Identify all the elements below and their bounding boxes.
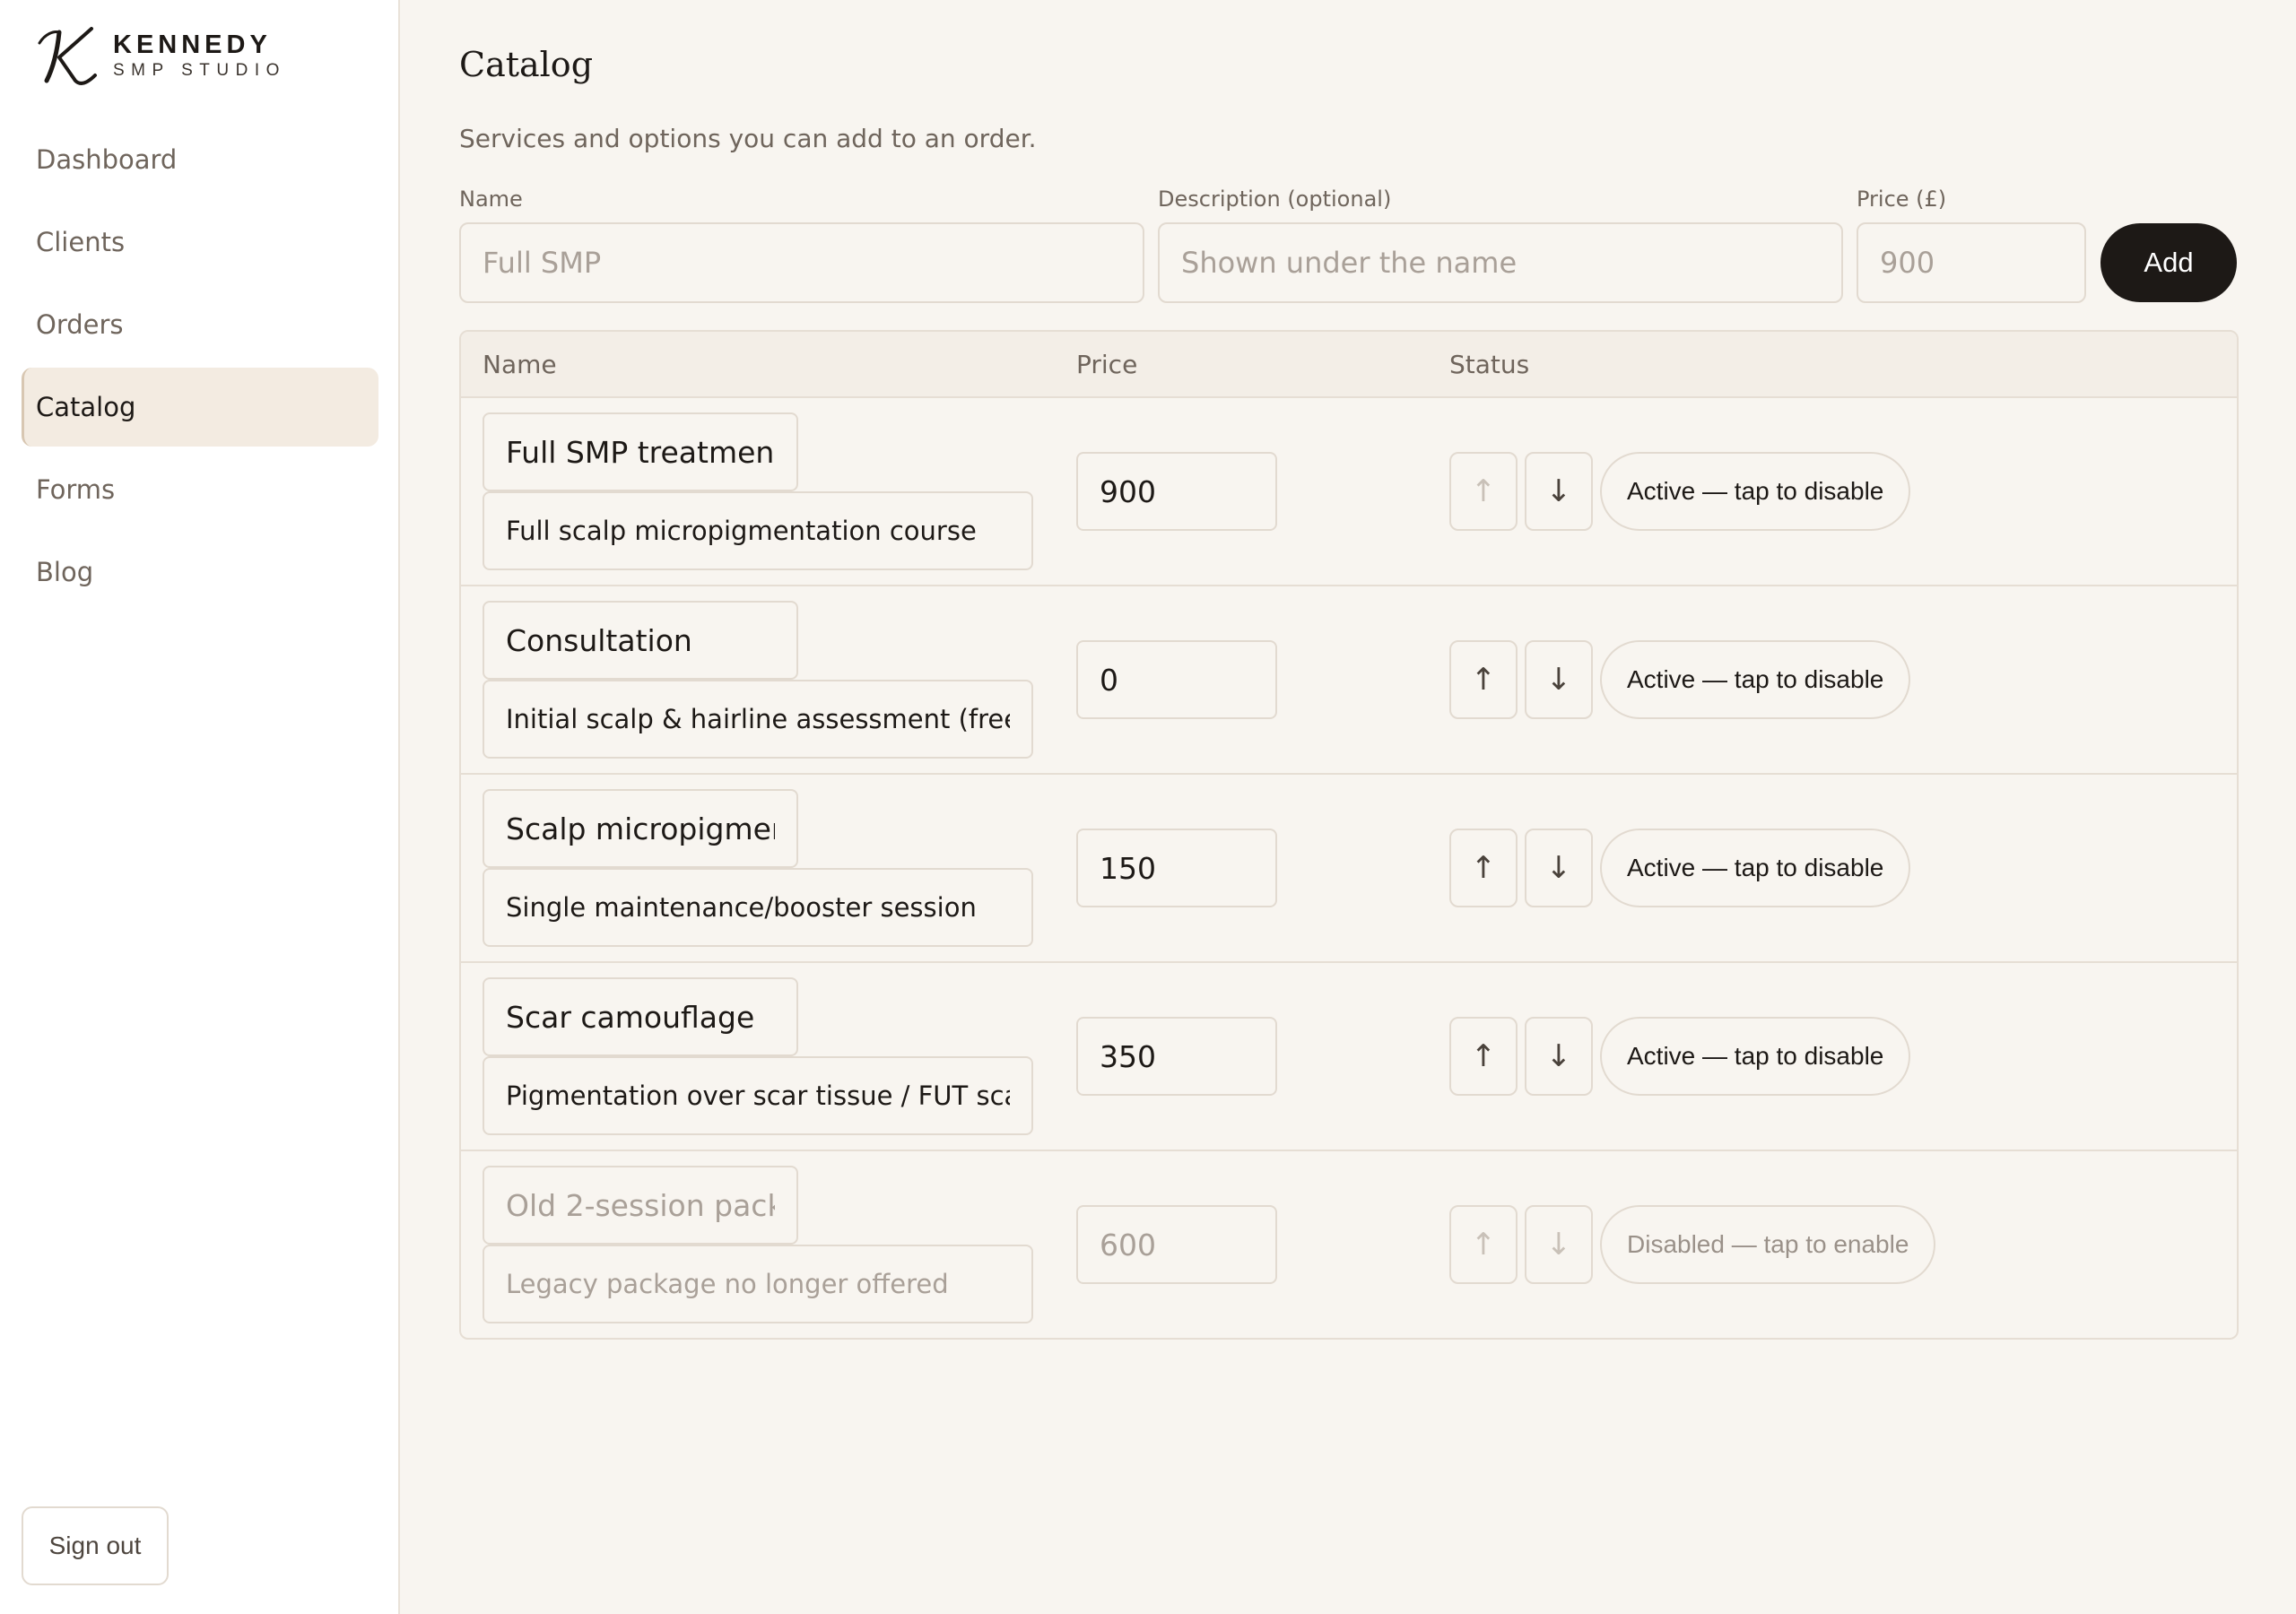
- item-description-input[interactable]: [483, 680, 1033, 759]
- catalog-table: Name Price Status ↑ ↓ Active — tap to di…: [459, 330, 2239, 1340]
- brand-logo: KENNEDY SMP STUDIO: [36, 25, 286, 86]
- sign-out-button[interactable]: Sign out: [22, 1506, 169, 1585]
- arrow-up-icon[interactable]: ↑: [1449, 829, 1518, 907]
- arrow-up-icon[interactable]: ↑: [1449, 452, 1518, 531]
- brand-text: KENNEDY SMP STUDIO: [113, 30, 286, 80]
- item-name-input[interactable]: [483, 977, 798, 1056]
- item-name-input[interactable]: [483, 412, 798, 491]
- arrow-up-icon[interactable]: ↑: [1449, 1017, 1518, 1096]
- sidebar-item-forms[interactable]: Forms: [22, 450, 378, 529]
- new-item-name-input[interactable]: [459, 222, 1144, 303]
- item-price-input[interactable]: [1076, 829, 1277, 907]
- status-toggle-button[interactable]: Active — tap to disable: [1600, 640, 1911, 719]
- table-row: ↑ ↓ Active — tap to disable: [461, 586, 2237, 775]
- arrow-up-icon[interactable]: ↑: [1449, 640, 1518, 719]
- table-header: Name Price Status: [461, 332, 2237, 398]
- sidebar-nav: Dashboard Clients Orders Catalog Forms B…: [22, 120, 378, 615]
- item-price-input[interactable]: [1076, 1017, 1277, 1096]
- column-header-price: Price: [1076, 350, 1138, 379]
- status-toggle-button[interactable]: Active — tap to disable: [1600, 452, 1911, 531]
- table-row: ↑ ↓ Disabled — tap to enable: [461, 1151, 2237, 1338]
- brand-name: KENNEDY: [113, 30, 272, 59]
- main-content: Catalog Services and options you can add…: [400, 0, 2296, 1614]
- arrow-down-icon[interactable]: ↓: [1525, 829, 1593, 907]
- sidebar: KENNEDY SMP STUDIO Dashboard Clients Ord…: [0, 0, 400, 1614]
- item-name-input[interactable]: [483, 789, 798, 868]
- column-header-status: Status: [1449, 350, 1530, 379]
- item-name-input[interactable]: [483, 601, 798, 680]
- table-row: ↑ ↓ Active — tap to disable: [461, 963, 2237, 1151]
- status-toggle-button[interactable]: Disabled — tap to enable: [1600, 1205, 1936, 1284]
- app: KENNEDY SMP STUDIO Dashboard Clients Ord…: [0, 0, 2296, 1614]
- page-title: Catalog: [459, 45, 594, 84]
- add-button[interactable]: Add: [2100, 223, 2237, 302]
- status-toggle-button[interactable]: Active — tap to disable: [1600, 1017, 1911, 1096]
- k-logo-icon: [38, 27, 97, 85]
- item-description-input[interactable]: [483, 1245, 1033, 1323]
- status-toggle-button[interactable]: Active — tap to disable: [1600, 829, 1911, 907]
- item-description-input[interactable]: [483, 1056, 1033, 1135]
- table-row: ↑ ↓ Active — tap to disable: [461, 398, 2237, 586]
- column-header-name: Name: [483, 350, 557, 379]
- new-item-price-input[interactable]: [1857, 222, 2086, 303]
- sidebar-item-dashboard[interactable]: Dashboard: [22, 120, 378, 199]
- arrow-down-icon[interactable]: ↓: [1525, 1017, 1593, 1096]
- description-label: Description (optional): [1158, 187, 1392, 212]
- sidebar-item-clients[interactable]: Clients: [22, 203, 378, 282]
- item-price-input[interactable]: [1076, 640, 1277, 719]
- arrow-down-icon[interactable]: ↓: [1525, 452, 1593, 531]
- brand-subtitle: SMP STUDIO: [113, 61, 286, 80]
- sidebar-item-orders[interactable]: Orders: [22, 285, 378, 364]
- sidebar-item-blog[interactable]: Blog: [22, 533, 378, 612]
- new-item-description-input[interactable]: [1158, 222, 1843, 303]
- name-label: Name: [459, 187, 523, 212]
- table-row: ↑ ↓ Active — tap to disable: [461, 775, 2237, 963]
- price-label: Price (£): [1857, 187, 1947, 212]
- item-price-input[interactable]: [1076, 1205, 1277, 1284]
- arrow-down-icon[interactable]: ↓: [1525, 640, 1593, 719]
- item-description-input[interactable]: [483, 868, 1033, 947]
- page-subtitle: Services and options you can add to an o…: [459, 124, 1037, 153]
- arrow-down-icon[interactable]: ↓: [1525, 1205, 1593, 1284]
- arrow-up-icon[interactable]: ↑: [1449, 1205, 1518, 1284]
- item-description-input[interactable]: [483, 491, 1033, 570]
- item-price-input[interactable]: [1076, 452, 1277, 531]
- item-name-input[interactable]: [483, 1166, 798, 1245]
- sidebar-item-catalog[interactable]: Catalog: [22, 368, 378, 447]
